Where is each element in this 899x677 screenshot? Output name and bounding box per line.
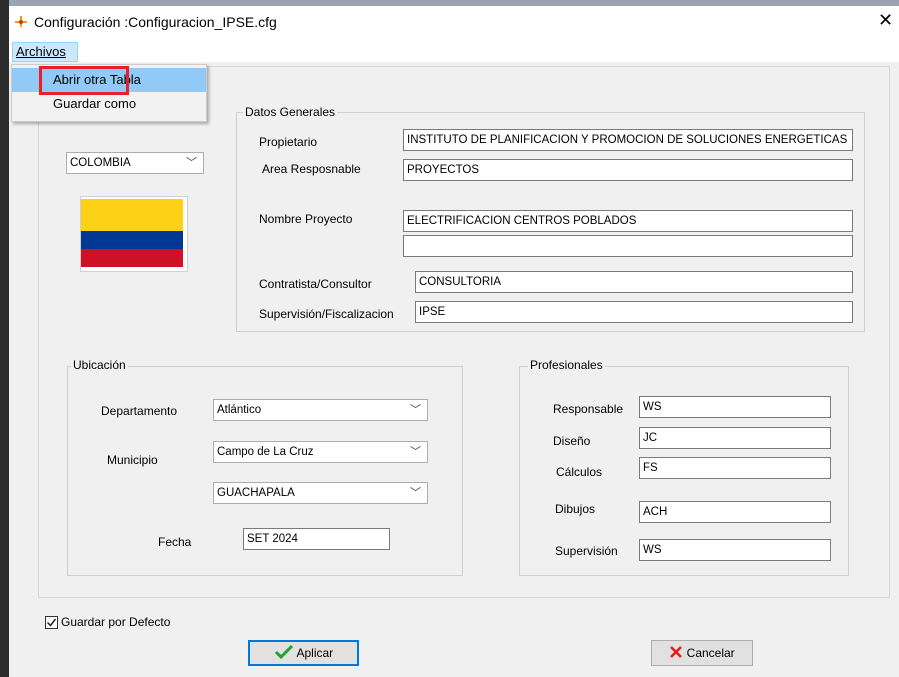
diseno-label: Diseño xyxy=(553,434,591,448)
country-select[interactable]: COLOMBIA ﹀ xyxy=(66,152,204,174)
chevron-down-icon: ﹀ xyxy=(410,404,421,416)
area-label: Area Resposnable xyxy=(262,162,361,176)
nombre-proyecto-label: Nombre Proyecto xyxy=(259,212,353,226)
guardar-defecto-checkbox[interactable] xyxy=(45,616,58,629)
flag-stripe-blue xyxy=(81,231,183,249)
cancel-x-icon xyxy=(670,646,683,658)
guardar-defecto-label[interactable]: Guardar por Defecto xyxy=(61,615,170,629)
datos-generales-legend: Datos Generales xyxy=(243,105,338,119)
supervision-field[interactable]: WS xyxy=(639,539,831,561)
dibujos-label: Dibujos xyxy=(555,502,596,516)
app-icon xyxy=(13,13,29,29)
highlight-annotation xyxy=(39,66,129,95)
close-icon[interactable]: ✕ xyxy=(878,10,893,31)
ubicacion-legend: Ubicación xyxy=(71,358,128,372)
departamento-value: Atlántico xyxy=(217,404,262,416)
departamento-label: Departamento xyxy=(101,404,178,418)
propietario-field[interactable]: INSTITUTO DE PLANIFICACION Y PROMOCION D… xyxy=(403,129,853,151)
calculos-label: Cálculos xyxy=(556,465,603,479)
window-title: Configuración :Configuracion_IPSE.cfg xyxy=(34,14,277,30)
country-select-value: COLOMBIA xyxy=(70,157,131,169)
localidad-value: GUACHAPALA xyxy=(217,487,295,499)
propietario-label: Propietario xyxy=(259,135,318,149)
checkmark-icon xyxy=(46,618,57,627)
chevron-down-icon: ﹀ xyxy=(410,446,421,458)
fecha-field[interactable]: SET 2024 xyxy=(243,528,390,550)
chevron-down-icon: ﹀ xyxy=(410,487,421,499)
supervision-fiscalizacion-label: Supervisión/Fiscalizacion xyxy=(259,307,394,321)
menu-archivos[interactable]: Archivos xyxy=(12,42,78,62)
contratista-label: Contratista/Consultor xyxy=(259,277,372,291)
supervision-label: Supervisión xyxy=(555,544,618,558)
flag-stripe-yellow xyxy=(81,199,183,231)
checkmark-icon xyxy=(274,644,293,660)
supervision-fiscalizacion-field[interactable]: IPSE xyxy=(415,301,853,323)
aplicar-label: Aplicar xyxy=(296,646,334,660)
cancelar-label: Cancelar xyxy=(686,646,735,660)
responsable-label: Responsable xyxy=(553,402,624,416)
fecha-label: Fecha xyxy=(158,535,192,549)
municipio-select[interactable]: Campo de La Cruz ﹀ xyxy=(213,441,428,463)
flag-stripe-red xyxy=(81,249,183,267)
municipio-label: Municipio xyxy=(107,453,158,467)
country-flag xyxy=(80,196,188,272)
calculos-field[interactable]: FS xyxy=(639,457,831,479)
menu-item-guardar-como[interactable]: Guardar como xyxy=(12,92,206,116)
area-field[interactable]: PROYECTOS xyxy=(403,159,853,181)
diseno-field[interactable]: JC xyxy=(639,427,831,449)
localidad-select[interactable]: GUACHAPALA ﹀ xyxy=(213,482,428,504)
background-window-edge xyxy=(0,0,9,677)
aplicar-button[interactable]: Aplicar xyxy=(248,640,359,666)
municipio-value: Campo de La Cruz xyxy=(217,446,314,458)
contratista-field[interactable]: CONSULTORIA xyxy=(415,271,853,293)
nombre-proyecto-field-2[interactable] xyxy=(403,235,853,257)
departamento-select[interactable]: Atlántico ﹀ xyxy=(213,399,428,421)
cancelar-button[interactable]: Cancelar xyxy=(651,640,753,666)
responsable-field[interactable]: WS xyxy=(639,396,831,418)
profesionales-legend: Profesionales xyxy=(528,358,605,372)
dibujos-field[interactable]: ACH xyxy=(639,501,831,523)
nombre-proyecto-field[interactable]: ELECTRIFICACION CENTROS POBLADOS xyxy=(403,210,853,232)
menu-bar xyxy=(9,40,899,62)
chevron-down-icon: ﹀ xyxy=(186,157,197,169)
